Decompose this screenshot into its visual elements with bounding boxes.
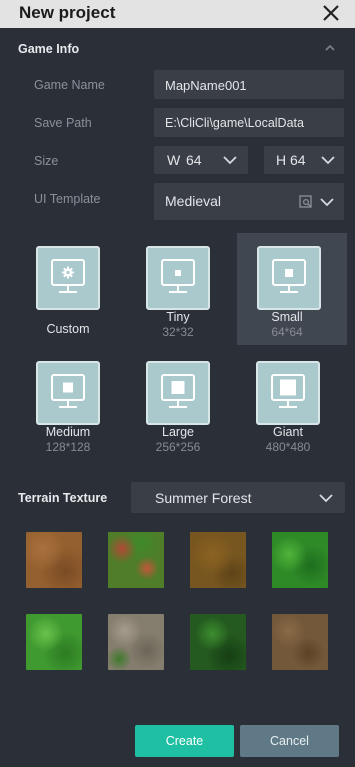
monitor-icon [146,361,210,425]
chevron-up-icon[interactable] [323,41,337,55]
window-title: New project [19,3,116,22]
preview-icon[interactable] [299,195,312,208]
size-tile-tiny[interactable]: Tiny 32*32 [120,233,230,345]
size-dimensions: 32*32 [162,325,194,339]
size-tile-giant[interactable]: Giant 480*480 [230,348,340,460]
size-dimensions: 128*128 [45,440,91,454]
size-name: Giant [273,425,303,439]
size-dimensions: 256*256 [155,440,201,454]
size-dimensions: 64*64 [271,325,303,339]
terrain-texture-label: Terrain Texture [18,491,108,505]
save-path-input[interactable]: E:\CliCli\game\LocalData [154,108,344,137]
gear-icon [62,266,74,279]
close-icon[interactable] [321,3,341,23]
cancel-button[interactable]: Cancel [240,725,339,757]
size-tile-custom[interactable]: Custom [10,233,120,345]
terrain-texture-dirt[interactable] [26,532,82,588]
game-name-value: MapName001 [165,78,247,93]
size-name: Custom [46,322,90,336]
monitor-icon [36,246,100,310]
size-name: Large [162,425,194,439]
size-name: Tiny [166,310,190,324]
size-tile-large[interactable]: Large 256*256 [120,348,230,460]
size-name: Small [271,310,303,324]
terrain-texture-cracked-earth[interactable] [272,614,328,670]
terrain-texture-rocks[interactable] [108,614,164,670]
ui-template-label: UI Template [34,192,101,206]
size-tile-small[interactable]: Small 64*64 [237,233,347,345]
save-path-label: Save Path [34,116,92,130]
monitor-icon [256,361,320,425]
chevron-down-icon [223,156,237,165]
chevron-down-icon [320,198,334,207]
height-prefix: H [276,152,287,168]
terrain-texture-mud[interactable] [190,532,246,588]
monitor-icon [146,246,210,310]
terrain-texture-grass[interactable] [272,532,328,588]
terrain-texture-light-grass[interactable] [26,614,82,670]
save-path-value: E:\CliCli\game\LocalData [165,116,304,130]
height-value: 64 [290,152,306,168]
size-dimensions: 480*480 [265,440,311,454]
game-name-label: Game Name [34,78,105,92]
title-bar: New project [0,0,355,28]
width-prefix: W [167,152,181,168]
monitor-icon [257,246,321,310]
size-label: Size [34,154,59,168]
game-info-heading: Game Info [18,42,80,56]
monitor-icon [36,361,100,425]
create-button[interactable]: Create [135,725,234,757]
terrain-texture-dark-grass[interactable] [190,614,246,670]
terrain-texture-select[interactable]: Summer Forest [131,482,345,513]
chevron-down-icon [321,156,335,165]
chevron-down-icon [319,494,333,503]
size-tile-medium[interactable]: Medium 128*128 [10,348,120,460]
terrain-texture-value: Summer Forest [155,490,252,506]
game-name-input[interactable]: MapName001 [154,70,344,99]
ui-template-select[interactable]: Medieval [154,183,344,220]
width-select[interactable]: W 64 [154,146,248,174]
width-value: 64 [186,152,202,168]
ui-template-value: Medieval [165,193,222,209]
terrain-texture-flower-grass[interactable] [108,532,164,588]
size-name: Medium [45,425,91,439]
height-select[interactable]: H 64 [264,146,344,174]
